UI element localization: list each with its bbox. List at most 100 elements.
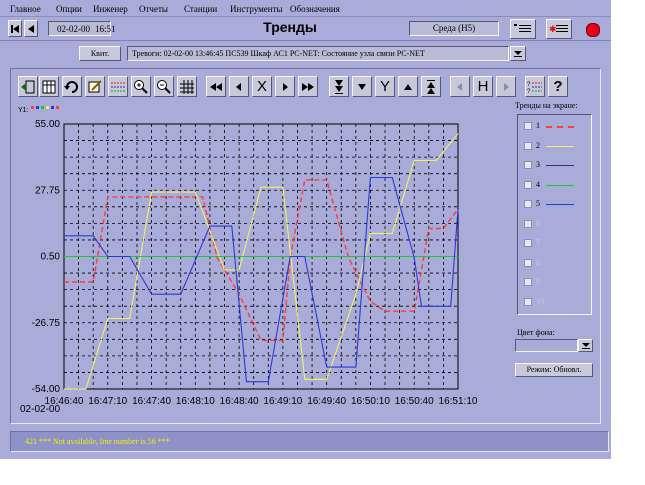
legend-item[interactable]: 2 bbox=[524, 141, 594, 153]
grid-toggle-button[interactable] bbox=[177, 76, 197, 97]
environment-display: Среда (Н5) bbox=[409, 21, 499, 36]
y-tick-label: 27.75 bbox=[35, 185, 60, 196]
history-back-button[interactable] bbox=[450, 76, 470, 97]
trend-config-button[interactable]: ?? bbox=[525, 76, 545, 97]
home-scale-button[interactable]: H bbox=[473, 76, 493, 97]
legend-item[interactable]: 3 bbox=[524, 160, 594, 172]
x-tick-label: 16:49:40 bbox=[307, 396, 346, 407]
menu-bar: Главное Опции Инженер Отчеты Станции Инс… bbox=[0, 0, 611, 17]
menu-item-legend[interactable]: Обозначения bbox=[290, 4, 340, 14]
menu-item-tools[interactable]: Инструменты bbox=[230, 4, 283, 14]
legend-checkbox[interactable] bbox=[524, 180, 532, 189]
legend-item[interactable]: 5 bbox=[524, 199, 594, 211]
legend-checkbox[interactable] bbox=[524, 200, 532, 208]
alarm-dropdown-button[interactable] bbox=[510, 46, 526, 61]
x-tick-label: 16:48:40 bbox=[220, 396, 259, 407]
legend-item[interactable]: 1 bbox=[524, 121, 594, 133]
fast-up-icon bbox=[427, 79, 435, 94]
scroll-left-button[interactable] bbox=[229, 76, 249, 97]
scroll-fast-down-button[interactable] bbox=[329, 76, 349, 97]
legend-item[interactable]: 8 bbox=[524, 258, 594, 270]
bg-color-label: Цвет фона: bbox=[517, 328, 555, 337]
legend-line-swatch bbox=[546, 145, 574, 147]
scroll-fast-left-button[interactable] bbox=[206, 76, 226, 97]
svg-text:✱: ✱ bbox=[549, 24, 557, 34]
acknowledge-button[interactable]: Квит. bbox=[79, 46, 121, 61]
header-date: 02-02-00 bbox=[57, 24, 90, 34]
x-tick-label: 16:51:10 bbox=[439, 396, 478, 407]
arrow-left-icon bbox=[28, 24, 34, 33]
config-list-icon: ?? bbox=[527, 82, 542, 95]
fast-forward-icon bbox=[302, 82, 314, 91]
legend-line-swatch bbox=[546, 165, 574, 166]
refresh-icon bbox=[64, 80, 78, 93]
legend-checkbox[interactable] bbox=[524, 297, 532, 306]
legend-checkbox[interactable] bbox=[524, 141, 532, 150]
legend-checkbox[interactable] bbox=[524, 239, 532, 247]
x-scale-button[interactable]: X bbox=[252, 76, 272, 97]
series-marker bbox=[31, 106, 34, 109]
legend-checkbox[interactable] bbox=[524, 278, 532, 286]
menu-item-reports[interactable]: Отчеты bbox=[139, 4, 168, 14]
legend-item[interactable]: 6 bbox=[524, 219, 594, 231]
edit-button[interactable] bbox=[85, 76, 105, 97]
legend-item[interactable]: 10 bbox=[524, 297, 594, 309]
y-tick-label: 55.00 bbox=[35, 119, 60, 130]
legend-title: Тренды на экране: bbox=[515, 101, 578, 110]
arrow-down-icon bbox=[514, 51, 522, 57]
y-tick-label: 0.50 bbox=[41, 252, 61, 263]
arrow-left-icon bbox=[457, 82, 462, 91]
zoom-out-icon bbox=[157, 79, 171, 94]
prev-page-button[interactable] bbox=[24, 20, 38, 37]
table-view-button[interactable] bbox=[39, 76, 59, 97]
trend-select-button[interactable] bbox=[108, 76, 128, 97]
refresh-button[interactable] bbox=[62, 76, 82, 97]
help-button[interactable]: ? bbox=[548, 76, 568, 97]
x-tick-labels: 16:46:40 16:47:10 16:47:40 16:48:10 16:48:40… bbox=[45, 396, 478, 407]
datetime-display: 02-02-00 16:51 bbox=[48, 21, 116, 36]
mode-update-button[interactable]: Режим: Обновл. bbox=[515, 363, 593, 377]
menu-item-stations[interactable]: Станции bbox=[184, 4, 217, 14]
alarm-list-button[interactable]: ✱ bbox=[546, 19, 572, 39]
legend-item[interactable]: 7 bbox=[524, 238, 594, 250]
trend-lines-icon bbox=[111, 82, 125, 91]
bg-color-dropdown-button[interactable] bbox=[578, 339, 593, 352]
header-time: 16:51 bbox=[95, 24, 116, 34]
scroll-fast-right-button[interactable] bbox=[298, 76, 318, 97]
exit-door-icon bbox=[21, 80, 35, 93]
scroll-fast-up-button[interactable] bbox=[421, 76, 441, 97]
first-page-button[interactable] bbox=[8, 20, 22, 37]
zoom-in-button[interactable] bbox=[131, 76, 151, 97]
scroll-down-button[interactable] bbox=[352, 76, 372, 97]
legend-checkbox[interactable] bbox=[524, 161, 532, 169]
svg-text:?: ? bbox=[527, 82, 531, 88]
legend-checkbox[interactable] bbox=[524, 122, 532, 130]
zoom-out-button[interactable] bbox=[154, 76, 174, 97]
scroll-up-button[interactable] bbox=[398, 76, 418, 97]
skip-back-icon bbox=[11, 24, 19, 33]
arrow-down-icon bbox=[358, 83, 366, 90]
log-button[interactable] bbox=[510, 19, 536, 39]
alarm-indicator-icon[interactable] bbox=[586, 23, 600, 37]
scroll-right-button[interactable] bbox=[275, 76, 295, 97]
trend-chart[interactable]: Y1: 55.0027.750.50-26.75-54.00 16:46:40 1… bbox=[14, 100, 498, 418]
legend-item[interactable]: 9 bbox=[524, 277, 594, 289]
y-scale-button[interactable]: Y bbox=[375, 76, 395, 97]
exit-button[interactable] bbox=[18, 76, 38, 97]
menu-item-main[interactable]: Главное bbox=[10, 4, 41, 14]
legend-checkbox[interactable] bbox=[524, 219, 532, 228]
bg-color-select[interactable] bbox=[515, 339, 578, 352]
arrow-left-icon bbox=[236, 82, 241, 91]
arrow-right-icon bbox=[504, 82, 509, 91]
date-label: 02-02-00 bbox=[20, 404, 60, 415]
menu-item-engineer[interactable]: Инженер bbox=[93, 4, 128, 14]
legend-item[interactable]: 4 bbox=[524, 180, 594, 192]
y-tick-labels: 55.00 27.75 0.50 -26.75 -54.00 bbox=[32, 119, 61, 395]
arrow-down-icon bbox=[581, 343, 590, 349]
legend-checkbox[interactable] bbox=[524, 258, 532, 267]
legend-number: 3 bbox=[536, 160, 540, 169]
history-forward-button[interactable] bbox=[496, 76, 516, 97]
legend-number: 2 bbox=[536, 140, 540, 150]
arrow-right-icon bbox=[283, 82, 288, 91]
menu-item-options[interactable]: Опции bbox=[56, 4, 82, 14]
